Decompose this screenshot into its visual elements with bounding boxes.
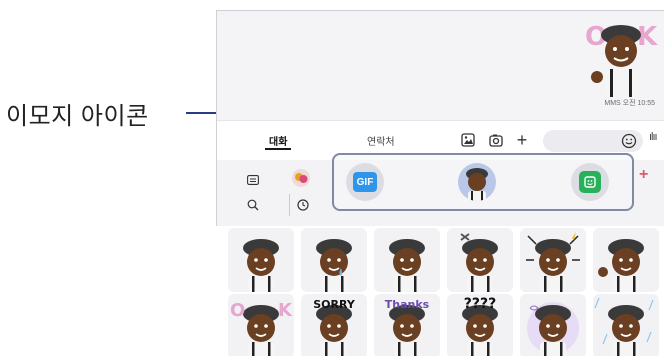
- side-divider: [289, 194, 290, 216]
- chat-area: O K MMS 오전 10:55: [217, 11, 664, 120]
- callout-label: 이모지 아이콘: [6, 103, 149, 130]
- emoji-icon[interactable]: [621, 133, 637, 149]
- sticker-face-icon: [527, 302, 579, 356]
- ar-emoji-avatar-icon: [466, 168, 488, 201]
- sticker-item[interactable]: ????: [447, 294, 513, 356]
- tab-conversation[interactable]: 대화: [269, 133, 287, 148]
- sticker-item[interactable]: OK: [228, 294, 294, 356]
- sticker-caption-text: SORRY: [313, 298, 356, 311]
- gif-icon: GIF: [353, 172, 377, 192]
- gif-picker-button[interactable]: GIF: [346, 163, 384, 201]
- recent-icon[interactable]: [293, 195, 313, 215]
- message-input[interactable]: [543, 130, 643, 152]
- sticker-item[interactable]: [447, 228, 513, 292]
- gallery-icon[interactable]: [459, 131, 477, 149]
- message-timestamp: MMS 오전 10:55: [604, 100, 655, 107]
- sticker-grid: O K SORRY Thanks????: [216, 226, 664, 356]
- sticker-face-icon: OK: [230, 300, 293, 356]
- sticker-item[interactable]: [374, 228, 440, 292]
- tab-contacts[interactable]: 연락처: [367, 133, 395, 148]
- sticker-item[interactable]: [520, 228, 586, 292]
- sticker-face-icon: [316, 239, 352, 292]
- camera-icon[interactable]: [487, 131, 505, 149]
- sticker-face-icon: [389, 239, 425, 292]
- svg-text:K: K: [278, 300, 293, 321]
- svg-text:O: O: [230, 300, 245, 321]
- sticker-picker-button[interactable]: [571, 163, 609, 201]
- emoji-face-icon[interactable]: [291, 168, 311, 188]
- plus-icon[interactable]: +: [513, 130, 531, 150]
- sticker-item[interactable]: [301, 228, 367, 292]
- add-more-icon[interactable]: +: [639, 166, 648, 184]
- sticker-caption: ????: [464, 296, 496, 312]
- sticker-face-icon: [526, 232, 580, 292]
- sticker-item[interactable]: SORRY: [301, 294, 367, 356]
- tab-underline: [265, 148, 291, 150]
- sticker-face-icon: [243, 239, 279, 292]
- sticker-item[interactable]: [593, 294, 659, 356]
- sticker-caption: Thanks: [385, 298, 430, 311]
- sticker-item[interactable]: Thanks: [374, 294, 440, 356]
- sticker-face-icon: [598, 239, 644, 292]
- sticker-item[interactable]: [520, 294, 586, 356]
- search-icon[interactable]: [243, 195, 263, 215]
- ok-sticker-message[interactable]: O K: [581, 15, 661, 101]
- voice-icon[interactable]: ılıı: [649, 131, 658, 143]
- sticker-item[interactable]: [228, 228, 294, 292]
- ar-emoji-picker-button[interactable]: [458, 163, 496, 201]
- sticker-caption-text: Thanks: [385, 298, 430, 311]
- sticker-face-icon: [460, 233, 498, 292]
- sticker-caption-text: ????: [464, 296, 496, 312]
- sticker-item[interactable]: [593, 228, 659, 292]
- keyboard-icon[interactable]: [243, 170, 263, 190]
- sticker-face-icon: [594, 297, 654, 356]
- sticker-icon: [579, 171, 601, 193]
- sticker-caption: SORRY: [313, 298, 356, 311]
